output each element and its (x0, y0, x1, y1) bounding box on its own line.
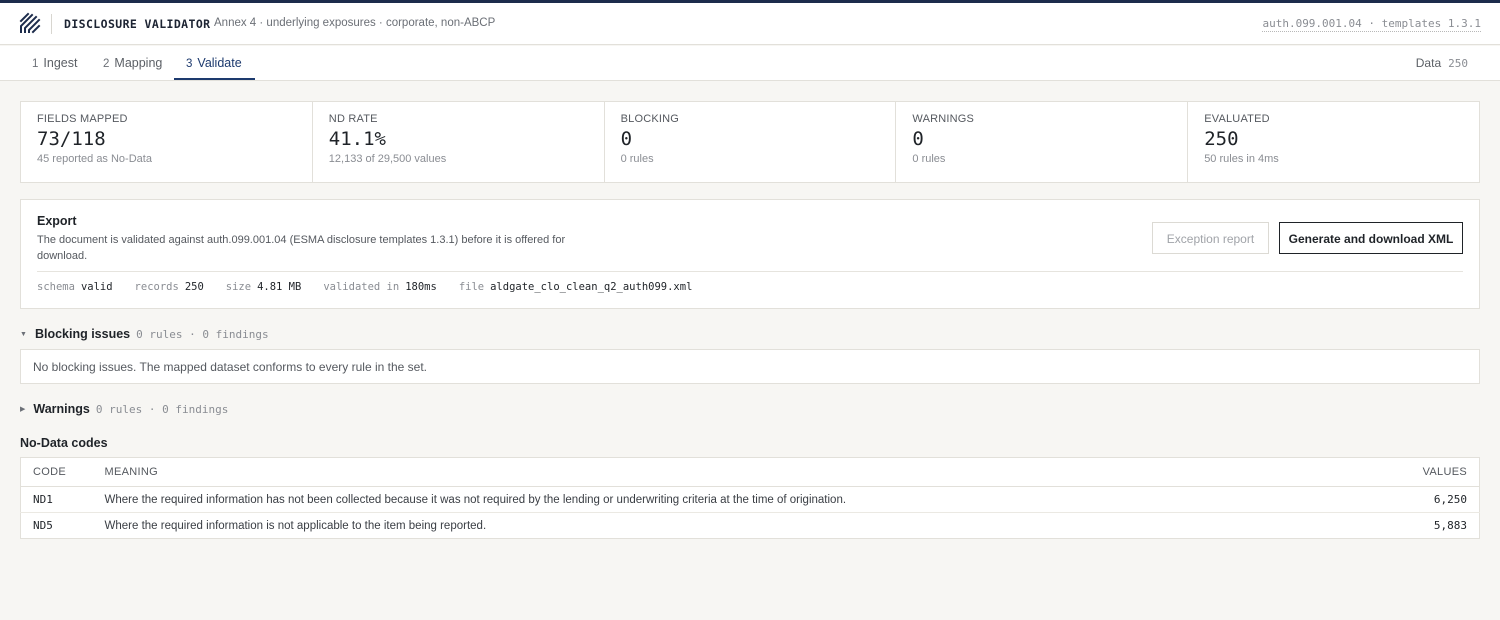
exception-report-button[interactable]: Exception report (1152, 222, 1269, 254)
tab-validate[interactable]: 3 Validate (174, 46, 255, 80)
meta-key-file: file (458, 281, 485, 293)
stat-value: 0 (620, 128, 633, 150)
data-count-value: 250 (1448, 57, 1468, 70)
meta-validated: 180ms (405, 281, 437, 293)
meta-schema: valid (80, 281, 113, 293)
app-header: DISCLOSURE VALIDATOR Annex 4 · underlyin… (0, 3, 1500, 45)
chevron-right-icon: ▶ (20, 406, 26, 413)
no-data-codes-title: No-Data codes (20, 436, 108, 450)
row-code: ND1 (20, 486, 105, 513)
blocking-issues-panel: No blocking issues. The mapped dataset c… (20, 349, 1480, 384)
column-header-code: CODE (20, 457, 105, 487)
row-meaning: Where the required information has not b… (104, 486, 1360, 513)
step-tabs: 1 Ingest 2 Mapping 3 Validate Data 250 (0, 46, 1500, 81)
meta-key-validated: validated in (323, 281, 400, 293)
logo-icon (19, 12, 41, 34)
table-row: ND5 Where the required information is no… (21, 513, 1480, 539)
stat-sub: 0 rules (912, 153, 946, 165)
meta-key-size: size (225, 281, 252, 293)
stat-sub: 45 reported as No-Data (37, 153, 152, 165)
meta-size: 4.81 MB (257, 281, 302, 293)
stat-label: ND RATE (328, 113, 378, 125)
tab-number: 1 (32, 58, 39, 70)
meta-records: 250 (184, 281, 204, 293)
tab-number: 3 (186, 58, 193, 70)
blocking-issues-toggle[interactable]: ▼ Blocking issues 0 rules · 0 findings (20, 327, 269, 341)
row-code: ND5 (33, 519, 53, 532)
row-values: 5,883 (1433, 519, 1467, 532)
app-title: DISCLOSURE VALIDATOR (64, 17, 211, 31)
stat-value: 250 (1204, 128, 1239, 150)
stats-panel: FIELDS MAPPED 73/118 45 reported as No-D… (20, 101, 1480, 183)
meta-key-schema: schema (37, 281, 75, 293)
divider (37, 271, 1463, 272)
stat-value: 41.1% (328, 128, 386, 150)
row-meaning: Where the required information is not ap… (104, 519, 487, 532)
stat-sub: 0 rules (620, 153, 654, 165)
tab-number: 2 (103, 58, 110, 70)
column-header-meaning: MEANING (104, 457, 1360, 487)
stat-value: 0 (912, 128, 924, 150)
generate-xml-button[interactable]: Generate and download XML (1279, 222, 1463, 254)
export-meta: schema valid records 250 size 4.81 MB validate… (37, 281, 714, 293)
section-count: 0 rules · 0 findings (136, 328, 269, 341)
table-header-row: CODE MEANING VALUES (20, 457, 1480, 487)
export-title: Export (37, 214, 77, 228)
export-description: The document is validated against auth.0… (37, 234, 566, 262)
stat-label: FIELDS MAPPED (37, 113, 128, 125)
tab-ingest[interactable]: 1 Ingest (32, 46, 77, 80)
stat-sub: 50 rules in 4ms (1204, 153, 1279, 165)
stat-fields-mapped: FIELDS MAPPED 73/118 45 reported as No-D… (21, 102, 313, 182)
template-version[interactable]: auth.099.001.04 · templates 1.3.1 (1262, 17, 1481, 32)
stat-label: EVALUATED (1204, 113, 1270, 125)
no-data-codes-table: CODE MEANING VALUES ND1 Where the requir… (20, 457, 1480, 539)
tab-label: Ingest (43, 56, 78, 70)
stat-label: WARNINGS (912, 113, 975, 125)
section-title: Warnings (33, 402, 90, 416)
stat-warnings: WARNINGS 0 0 rules (896, 102, 1189, 182)
table-row: ND1 Where the required information has n… (20, 486, 1480, 513)
meta-key-records: records (134, 281, 179, 293)
tab-mapping[interactable]: 2 Mapping (103, 46, 162, 80)
tab-label: Validate (197, 56, 242, 70)
stat-label: BLOCKING (620, 113, 680, 125)
export-panel: Export The document is validated against… (20, 199, 1480, 309)
app-subtitle: Annex 4 · underlying exposures · corpora… (214, 17, 496, 29)
stat-value: 73/118 (37, 128, 106, 150)
chevron-down-icon: ▼ (20, 331, 27, 338)
column-header-values: VALUES (1359, 457, 1480, 487)
stat-sub: 12,133 of 29,500 values (328, 153, 447, 165)
tab-label: Mapping (114, 56, 163, 70)
stat-evaluated: EVALUATED 250 50 rules in 4ms (1188, 102, 1479, 182)
stat-blocking: BLOCKING 0 0 rules (605, 102, 897, 182)
row-values: 6,250 (1359, 486, 1480, 513)
stat-nd-rate: ND RATE 41.1% 12,133 of 29,500 values (313, 102, 605, 182)
meta-file: aldgate_clo_clean_q2_auth099.xml (490, 281, 693, 293)
data-count: Data 250 (1416, 56, 1468, 70)
warnings-toggle[interactable]: ▶ Warnings 0 rules · 0 findings (20, 402, 228, 416)
section-title: Blocking issues (34, 327, 131, 341)
data-count-label: Data (1415, 56, 1442, 70)
header-divider (51, 14, 52, 34)
section-count: 0 rules · 0 findings (95, 403, 229, 416)
